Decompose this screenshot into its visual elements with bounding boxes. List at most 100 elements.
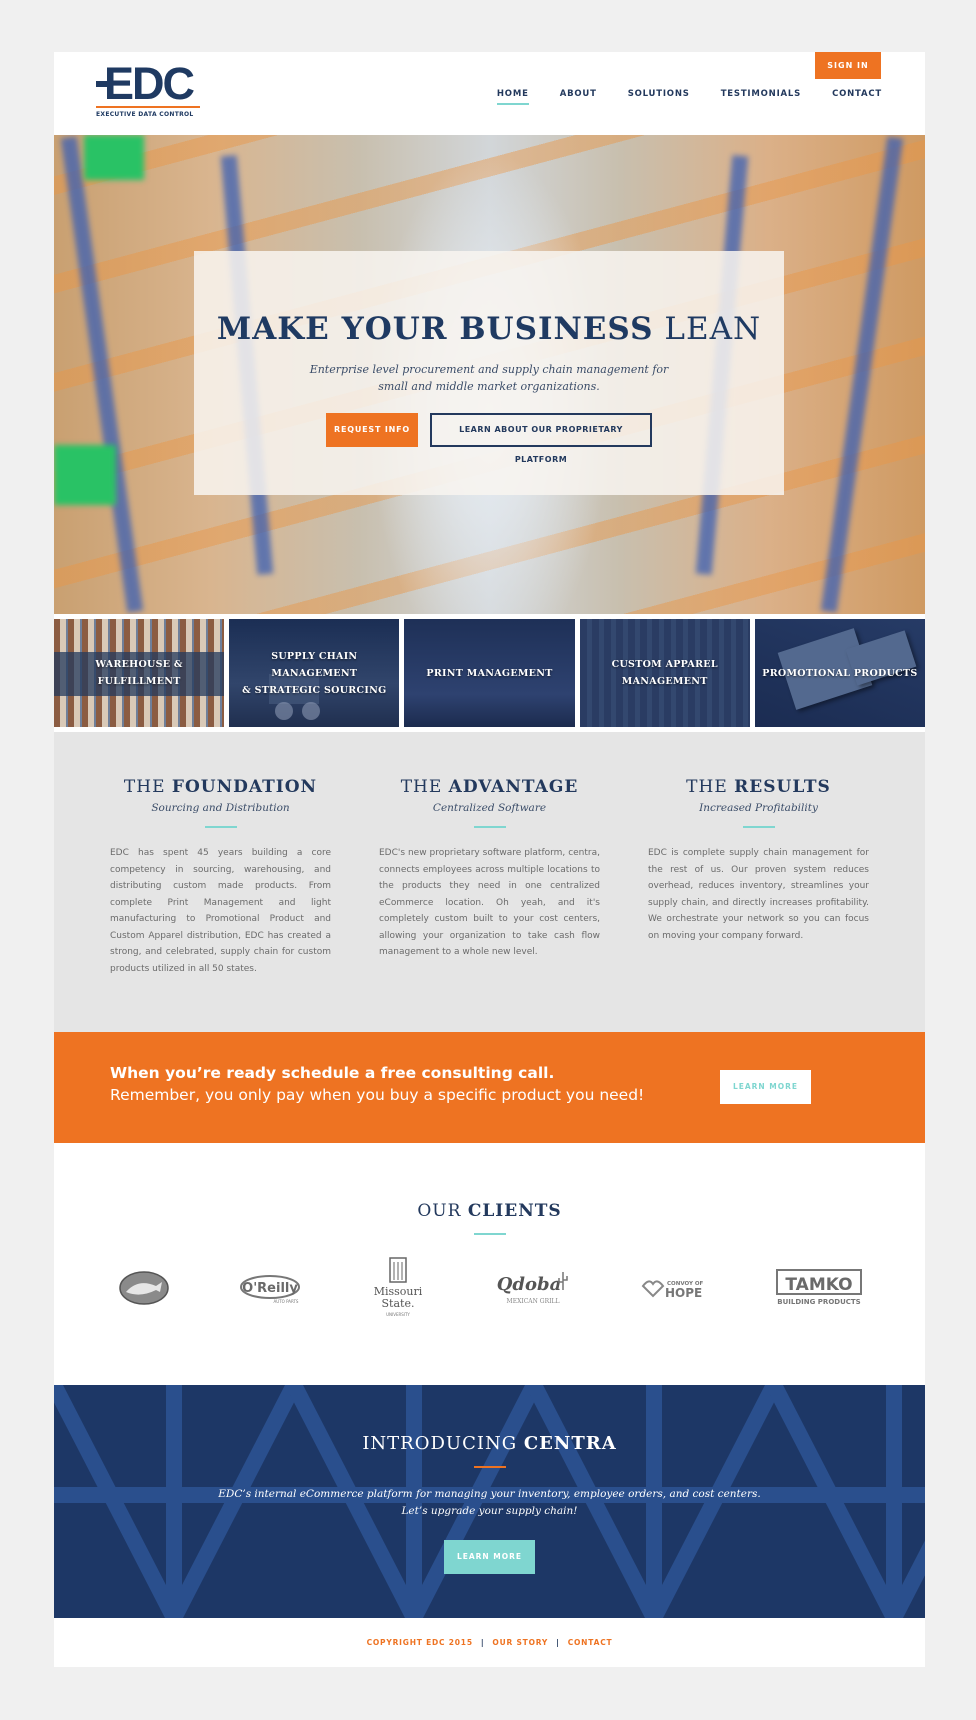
clients-section: OUR CLIENTS O'Reilly AUTO PARTS Missouri… xyxy=(54,1143,925,1385)
centra-subtitle-line: EDC’s internal eCommerce platform for ma… xyxy=(218,1488,761,1500)
footer-copyright: COPYRIGHT EDC 2015 xyxy=(366,1638,473,1647)
feature-title-bold: RESULTS xyxy=(734,777,831,797)
request-info-button[interactable]: REQUEST INFO xyxy=(326,413,418,447)
tile-label-line: & STRATEGIC SOURCING xyxy=(242,684,387,696)
logo-subtitle: EXECUTIVE DATA CONTROL xyxy=(96,111,194,118)
tile-label: PROMOTIONAL PRODUCTS xyxy=(762,665,917,682)
oreilly-logo: O'Reilly AUTO PARTS xyxy=(239,1275,300,1304)
nav-contact[interactable]: CONTACT xyxy=(832,89,882,105)
hero-banner: MAKE YOUR BUSINESS LEAN Enterprise level… xyxy=(54,135,925,614)
convoy-of-hope-logo: CONVOY OF HOPE xyxy=(641,1280,704,1300)
qdoba-logo: Qdoba MEXICAN GRILL xyxy=(497,1272,569,1305)
hero-subtitle-line: small and middle market organizations. xyxy=(378,380,600,393)
feature-subtitle: Sourcing and Distribution xyxy=(151,802,290,814)
tile-supply-chain[interactable]: SUPPLY CHAIN MANAGEMENT & STRATEGIC SOUR… xyxy=(229,619,400,727)
tile-label-line: PRINT MANAGEMENT xyxy=(426,667,553,679)
tile-warehouse[interactable]: WAREHOUSE & FULFILLMENT xyxy=(54,619,225,727)
centra-title: INTRODUCING CENTRA xyxy=(54,1385,925,1454)
centra-subtitle: EDC’s internal eCommerce platform for ma… xyxy=(54,1486,925,1520)
nav-home[interactable]: HOME xyxy=(496,89,529,105)
tile-label-line: WAREHOUSE & FULFILLMENT xyxy=(95,659,183,687)
clients-title: OUR CLIENTS xyxy=(54,1143,925,1221)
hero-subtitle-line: Enterprise level procurement and supply … xyxy=(309,363,669,376)
main-nav: HOME ABOUT SOLUTIONS TESTIMONIALS CONTAC… xyxy=(496,89,882,105)
feature-title: THE RESULTS xyxy=(648,777,869,797)
learn-platform-button[interactable]: LEARN ABOUT OUR PROPRIETARY PLATFORM xyxy=(430,413,652,464)
hero-card: MAKE YOUR BUSINESS LEAN Enterprise level… xyxy=(194,251,784,495)
features-section: THE FOUNDATION Sourcing and Distribution… xyxy=(54,732,925,1032)
feature-title-light: THE xyxy=(400,777,443,797)
hero-title-bold: MAKE YOUR BUSINESS xyxy=(216,311,654,347)
tamko-logo-sub: BUILDING PRODUCTS xyxy=(777,1298,860,1306)
feature-divider xyxy=(204,826,237,828)
client-logos: O'Reilly AUTO PARTS Missouri State. UNIV… xyxy=(54,1256,925,1320)
missouri-state-logo: Missouri State. UNIVERSITY xyxy=(373,1257,422,1317)
feature-body: EDC is complete supply chain management … xyxy=(648,848,869,941)
footer-our-story-link[interactable]: OUR STORY xyxy=(492,1638,548,1647)
hero-title: MAKE YOUR BUSINESS LEAN xyxy=(194,311,784,347)
tamko-logo-text: TAMKO xyxy=(785,1275,852,1295)
bass-pro-logo xyxy=(119,1271,169,1305)
hero-bg-shelf-pole xyxy=(820,136,904,613)
hero-buttons: REQUEST INFO LEARN ABOUT OUR PROPRIETARY… xyxy=(194,413,784,464)
tile-apparel[interactable]: CUSTOM APPAREL MANAGEMENT xyxy=(579,619,750,727)
tile-print[interactable]: PRINT MANAGEMENT xyxy=(404,619,575,727)
hero-bg-box xyxy=(84,135,144,180)
nav-solutions[interactable]: SOLUTIONS xyxy=(628,89,690,105)
hero-title-light: LEAN xyxy=(664,311,762,347)
missouri-logo-line2: State. xyxy=(381,1297,414,1310)
tile-label-line: PROMOTIONAL PRODUCTS xyxy=(762,667,918,679)
clients-divider xyxy=(473,1233,506,1235)
qdoba-logo-text: Qdoba xyxy=(497,1274,562,1295)
tile-label: WAREHOUSE & FULFILLMENT xyxy=(54,656,224,690)
feature-divider xyxy=(742,826,775,828)
edc-logo[interactable]: EDC EXECUTIVE DATA CONTROL xyxy=(96,61,221,118)
feature-foundation: THE FOUNDATION Sourcing and Distribution… xyxy=(110,777,331,1032)
site-footer: COPYRIGHT EDC 2015 | OUR STORY | CONTACT xyxy=(54,1618,925,1667)
feature-title-light: THE xyxy=(686,777,728,797)
footer-separator: | xyxy=(480,1638,485,1647)
feature-body: EDC's new proprietary software platform,… xyxy=(379,848,600,957)
centra-section: INTRODUCING CENTRA EDC’s internal eComme… xyxy=(54,1385,925,1618)
feature-advantage: THE ADVANTAGE Centralized Software EDC's… xyxy=(379,777,600,1032)
feature-body: EDC has spent 45 years building a core c… xyxy=(110,848,331,974)
tile-promotional[interactable]: PROMOTIONAL PRODUCTS xyxy=(754,619,925,727)
site-header: EDC EXECUTIVE DATA CONTROL SIGN IN HOME … xyxy=(54,52,925,135)
centra-title-bold: CENTRA xyxy=(523,1433,617,1454)
cta-learn-more-button[interactable]: LEARN MORE xyxy=(720,1070,811,1104)
hero-bg-shelf-pole xyxy=(60,136,144,613)
tile-label: CUSTOM APPAREL MANAGEMENT xyxy=(612,656,718,690)
service-tiles: WAREHOUSE & FULFILLMENT SUPPLY CHAIN MAN… xyxy=(54,619,925,727)
tile-label: PRINT MANAGEMENT xyxy=(426,665,552,682)
cta-subline: Remember, you only pay when you buy a sp… xyxy=(110,1086,645,1104)
footer-contact-link[interactable]: CONTACT xyxy=(568,1638,613,1647)
footer-separator: | xyxy=(556,1638,560,1647)
oreilly-logo-text: O'Reilly xyxy=(242,1281,298,1296)
tile-label-line: MANAGEMENT xyxy=(621,676,708,687)
centra-learn-more-button[interactable]: LEARN MORE xyxy=(444,1540,535,1574)
feature-divider xyxy=(473,826,506,828)
cta-headline: When you’re ready schedule a free consul… xyxy=(110,1064,555,1082)
feature-title-bold: ADVANTAGE xyxy=(448,777,579,797)
nav-about[interactable]: ABOUT xyxy=(560,89,597,105)
missouri-logo-line3: UNIVERSITY xyxy=(386,1312,410,1317)
feature-subtitle: Increased Profitability xyxy=(699,802,818,814)
clients-title-bold: CLIENTS xyxy=(467,1201,562,1221)
feature-title-light: THE xyxy=(123,777,166,797)
cta-text: When you’re ready schedule a free consul… xyxy=(110,1064,644,1104)
feature-subtitle: Centralized Software xyxy=(432,802,547,814)
centra-subtitle-line: Let’s upgrade your supply chain! xyxy=(401,1505,578,1517)
hero-bg-box xyxy=(54,445,116,505)
sign-in-button[interactable]: SIGN IN xyxy=(815,52,881,79)
convoy-logo-big: HOPE xyxy=(665,1286,702,1300)
tile-label: SUPPLY CHAIN MANAGEMENT & STRATEGIC SOUR… xyxy=(229,648,399,699)
tamko-logo: TAMKO BUILDING PRODUCTS xyxy=(775,1269,862,1306)
consulting-cta: When you’re ready schedule a free consul… xyxy=(54,1032,925,1143)
page: EDC EXECUTIVE DATA CONTROL SIGN IN HOME … xyxy=(54,52,925,1667)
hero-subtitle: Enterprise level procurement and supply … xyxy=(194,361,784,395)
logo-dash xyxy=(96,81,110,87)
feature-results: THE RESULTS Increased Profitability EDC … xyxy=(648,777,869,1032)
nav-testimonials[interactable]: TESTIMONIALS xyxy=(721,89,801,105)
qdoba-logo-sub: MEXICAN GRILL xyxy=(507,1298,560,1305)
centra-title-light: INTRODUCING xyxy=(362,1433,518,1454)
